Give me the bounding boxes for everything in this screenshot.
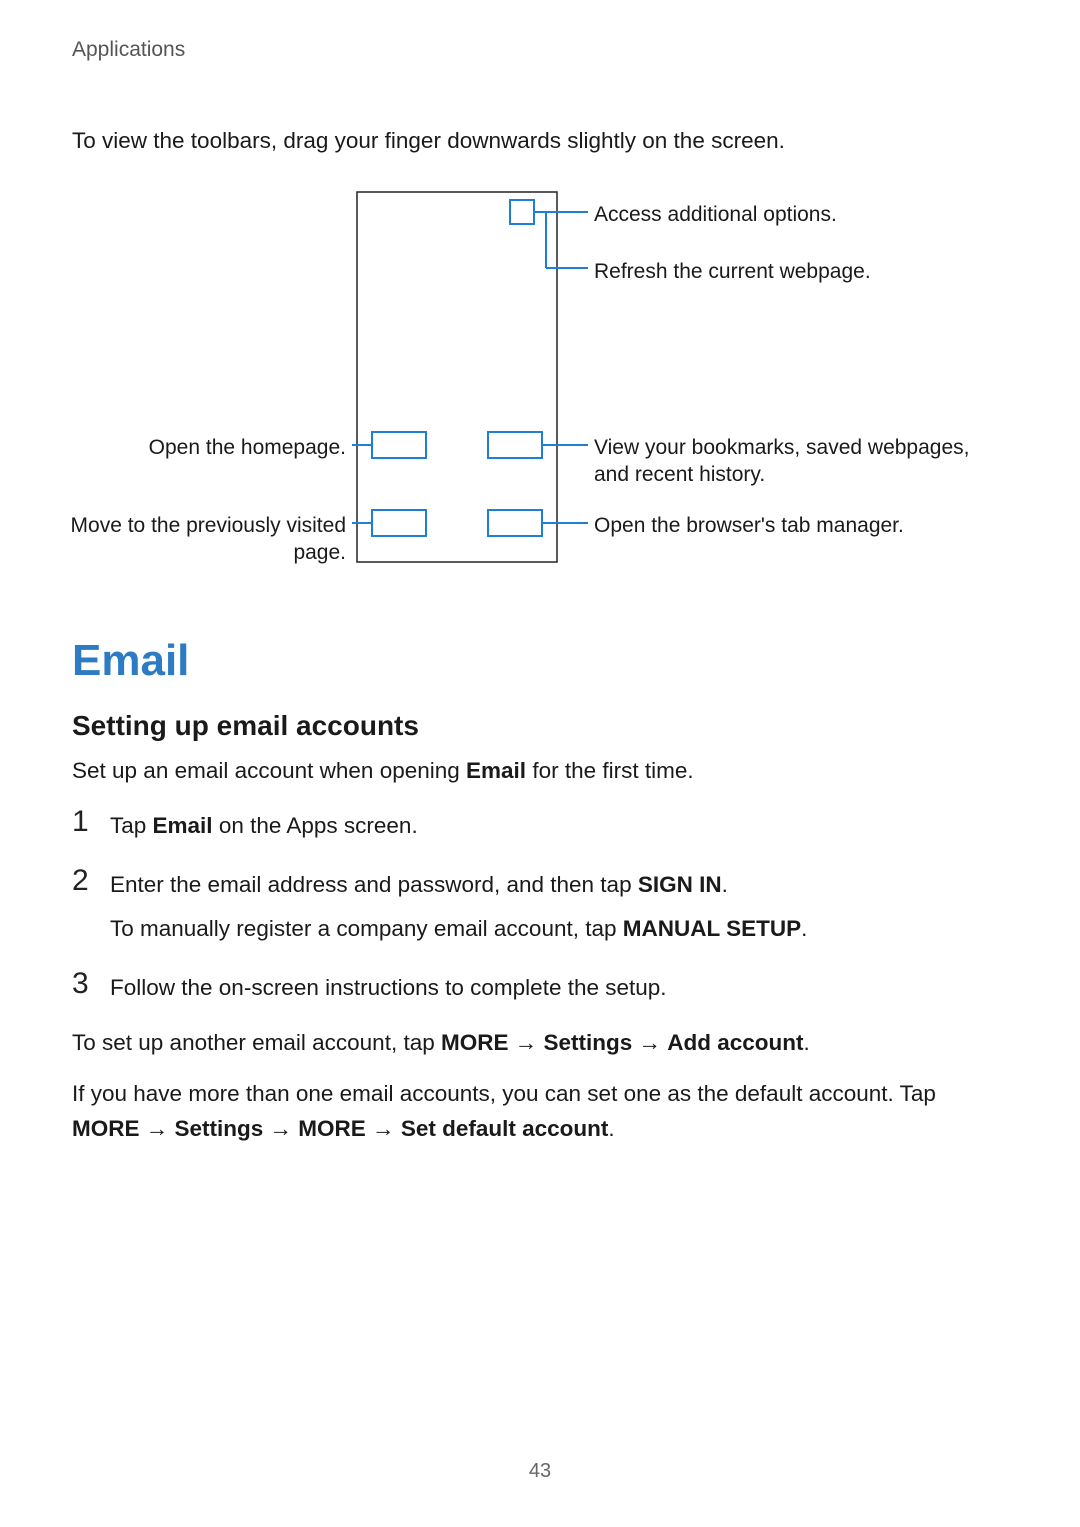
p2-seg-2: → <box>140 1116 175 1141</box>
page-number: 43 <box>0 1460 1080 1483</box>
step-text: Follow the on-screen instructions to com… <box>110 967 1008 1006</box>
section-title: Email <box>72 636 1008 686</box>
step-3: 3Follow the on-screen instructions to co… <box>72 967 1008 1006</box>
step-0-main-seg-2: on the Apps screen. <box>213 813 418 838</box>
p1-seg-2: → <box>508 1030 543 1055</box>
callout-back: Move to the previously visited page. <box>66 512 346 567</box>
paragraph-default-account: If you have more than one email accounts… <box>72 1077 1008 1147</box>
p2-seg-8: . <box>608 1116 614 1141</box>
lead-post: for the first time. <box>526 758 694 783</box>
section-subtitle: Setting up email accounts <box>72 710 1008 742</box>
step-1-sub-seg-2: . <box>801 916 807 941</box>
p2-seg-3: Settings <box>175 1116 264 1141</box>
step-1-main-seg-2: . <box>722 872 728 897</box>
step-1-main-seg-1: SIGN IN <box>638 872 722 897</box>
browser-diagram: Access additional options. Refresh the c… <box>72 186 1008 596</box>
page-header: Applications <box>72 38 1008 62</box>
callout-options: Access additional options. <box>594 201 974 228</box>
step-number: 2 <box>72 864 110 897</box>
step-2-main-seg-0: Follow the on-screen instructions to com… <box>110 975 667 1000</box>
p1-seg-0: To set up another email account, tap <box>72 1030 441 1055</box>
p2-seg-0: If you have more than one email accounts… <box>72 1081 936 1106</box>
p1-seg-5: Add account <box>667 1030 803 1055</box>
p2-seg-4: → <box>263 1116 298 1141</box>
step-2: 2Enter the email address and password, a… <box>72 864 1008 948</box>
p1-seg-1: MORE <box>441 1030 509 1055</box>
step-text: Enter the email address and password, an… <box>110 864 1008 948</box>
p2-seg-6: → <box>366 1116 401 1141</box>
step-0-main-seg-1: Email <box>153 813 213 838</box>
step-1-sub-seg-0: To manually register a company email acc… <box>110 916 623 941</box>
p1-seg-6: . <box>804 1030 810 1055</box>
step-number: 1 <box>72 805 110 838</box>
lead-bold: Email <box>466 758 526 783</box>
lead-pre: Set up an email account when opening <box>72 758 466 783</box>
step-1-sub-seg-1: MANUAL SETUP <box>623 916 801 941</box>
section-lead: Set up an email account when opening Ema… <box>72 754 1008 789</box>
p2-seg-7: Set default account <box>401 1116 609 1141</box>
intro-text: To view the toolbars, drag your finger d… <box>72 124 1008 158</box>
step-1: 1Tap Email on the Apps screen. <box>72 805 1008 844</box>
callout-tabs: Open the browser's tab manager. <box>594 512 974 539</box>
callout-homepage: Open the homepage. <box>66 434 346 461</box>
steps-list: 1Tap Email on the Apps screen.2Enter the… <box>72 805 1008 1007</box>
step-number: 3 <box>72 967 110 1000</box>
p1-seg-4: → <box>632 1030 667 1055</box>
callout-bookmarks: View your bookmarks, saved webpages, and… <box>594 434 974 489</box>
step-text: Tap Email on the Apps screen. <box>110 805 1008 844</box>
p1-seg-3: Settings <box>544 1030 633 1055</box>
step-1-main-seg-0: Enter the email address and password, an… <box>110 872 638 897</box>
step-0-main-seg-0: Tap <box>110 813 153 838</box>
p2-seg-5: MORE <box>298 1116 366 1141</box>
paragraph-add-account: To set up another email account, tap MOR… <box>72 1026 1008 1061</box>
step-subtext: To manually register a company email acc… <box>110 912 1008 947</box>
callout-refresh: Refresh the current webpage. <box>594 258 974 285</box>
p2-seg-1: MORE <box>72 1116 140 1141</box>
